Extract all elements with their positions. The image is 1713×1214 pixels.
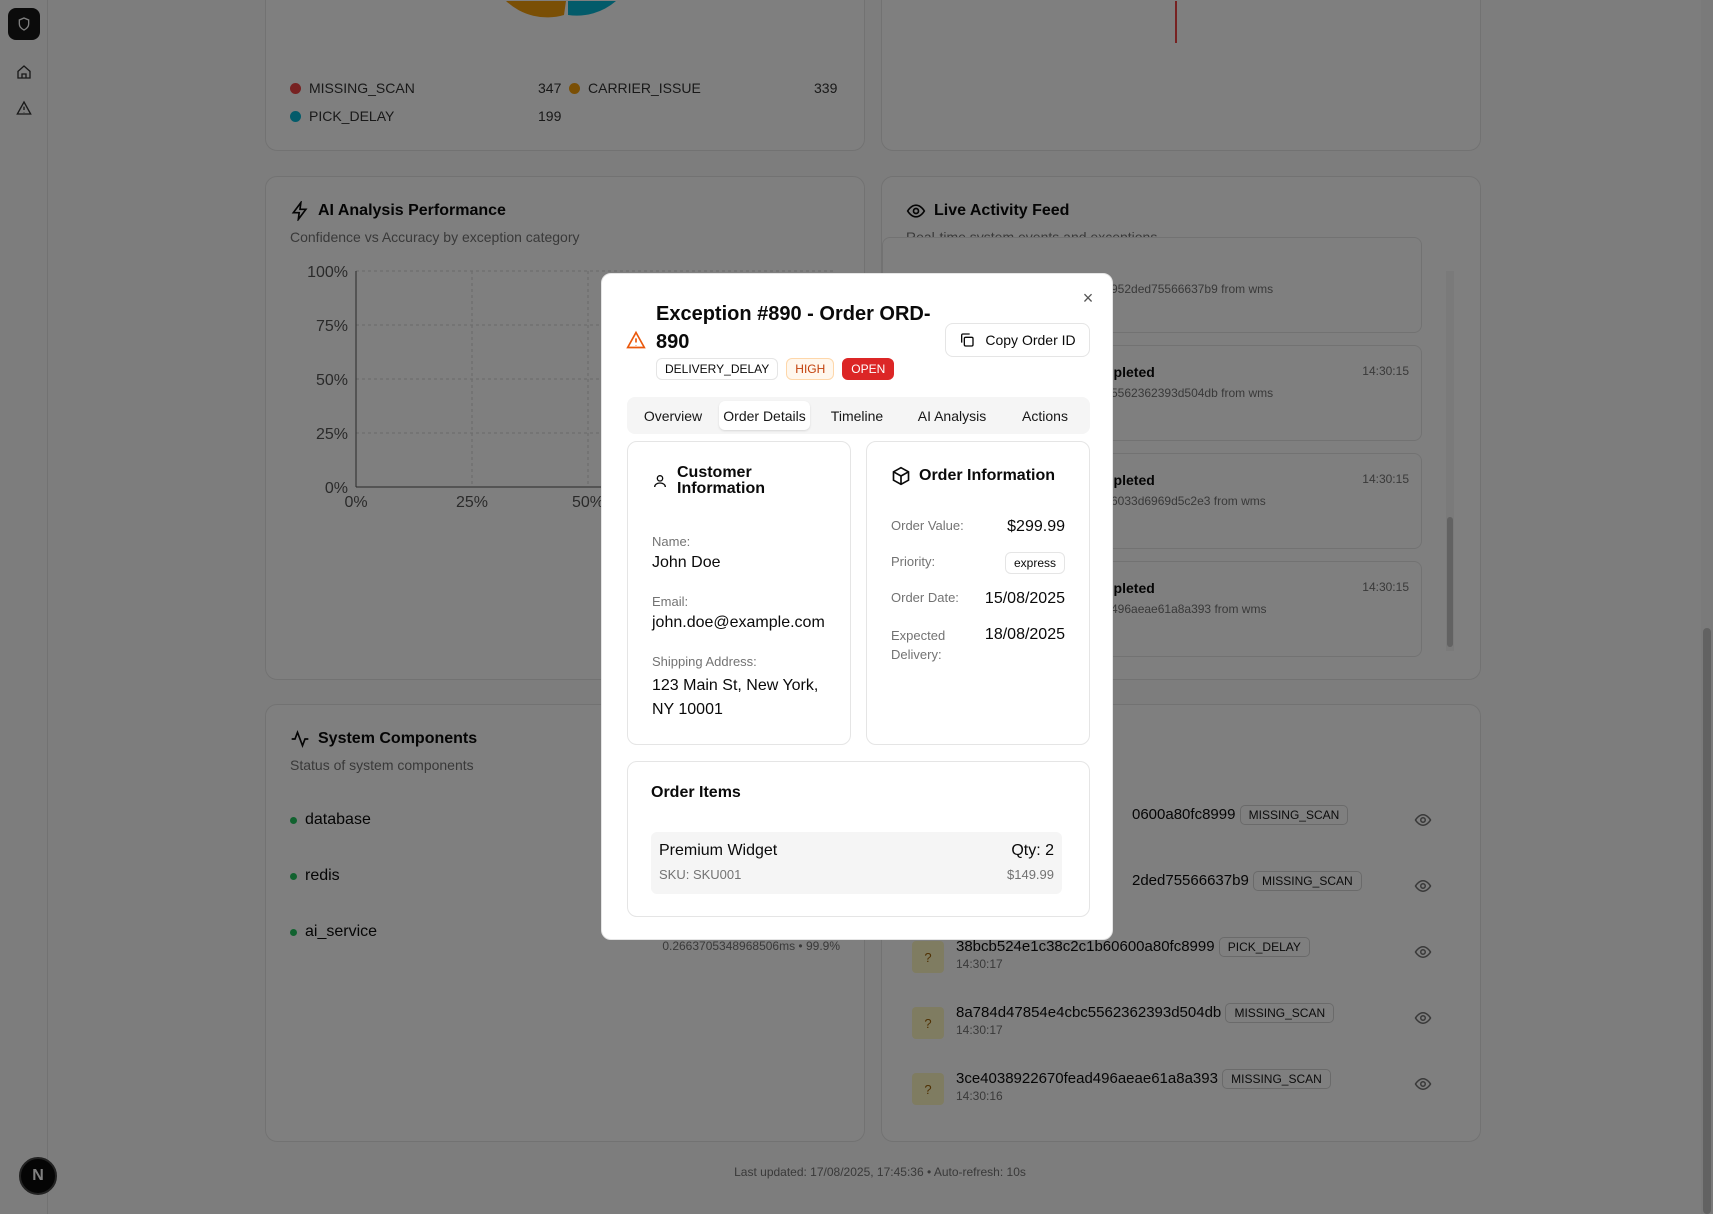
copy-order-id-button[interactable]: Copy Order ID [945, 323, 1090, 357]
customer-name: John Doe [652, 554, 721, 571]
order-items-card: Order Items Premium Widget SKU: SKU001 Q… [627, 761, 1090, 917]
warning-icon [626, 330, 646, 355]
order-date-label: Order Date: [891, 590, 959, 605]
order-item: Premium Widget SKU: SKU001 Qty: 2 $149.9… [651, 832, 1062, 894]
dialog-tabs: Overview Order Details Timeline AI Analy… [627, 397, 1090, 434]
expected-delivery-label: Expected Delivery: [891, 628, 946, 662]
card-title: Order Items [651, 784, 741, 801]
copy-icon [961, 333, 975, 347]
address-label: Shipping Address: [652, 654, 757, 669]
dialog-title: Exception #890 - Order ORD-890 [656, 303, 931, 353]
shipping-address: 123 Main St, New York, NY 10001 [652, 677, 819, 718]
dialog-badges: DELIVERY_DELAY HIGH OPEN [656, 358, 895, 380]
customer-email: john.doe@example.com [652, 614, 825, 631]
tab-timeline[interactable]: Timeline [814, 401, 900, 430]
item-sku: SKU: SKU001 [659, 867, 742, 882]
priority-label: Priority: [891, 554, 936, 569]
expected-delivery: 18/08/2025 [984, 626, 1065, 643]
item-quantity: Qty: 2 [1011, 842, 1054, 859]
item-price: $149.99 [1007, 867, 1054, 882]
item-name: Premium Widget [659, 842, 778, 859]
tab-actions[interactable]: Actions [1004, 401, 1086, 430]
order-date: 15/08/2025 [984, 590, 1065, 607]
tab-order-details[interactable]: Order Details [719, 401, 810, 430]
order-value-label: Order Value: [891, 518, 964, 533]
exception-detail-dialog: × Exception #890 - Order ORD-890 DELIVER… [601, 273, 1113, 940]
copy-button-label: Copy Order ID [985, 332, 1076, 348]
customer-information-card: Customer Information Name: John Doe Emai… [627, 441, 851, 745]
severity-badge: HIGH [786, 358, 835, 380]
card-title: Customer Information [677, 464, 765, 497]
card-title: Order Information [919, 467, 1056, 484]
tab-ai-analysis[interactable]: AI Analysis [904, 401, 1000, 430]
priority-badge: express [1004, 552, 1065, 574]
status-badge: OPEN [842, 358, 895, 380]
type-badge: DELIVERY_DELAY [656, 358, 779, 380]
package-icon [892, 466, 910, 486]
close-icon[interactable]: × [1078, 288, 1098, 308]
name-label: Name: [652, 534, 691, 549]
email-label: Email: [652, 594, 689, 609]
order-information-card: Order Information Order Value: $299.99 P… [866, 441, 1090, 745]
order-value: $299.99 [1007, 518, 1065, 535]
tab-overview[interactable]: Overview [631, 401, 715, 430]
user-icon [654, 475, 666, 488]
